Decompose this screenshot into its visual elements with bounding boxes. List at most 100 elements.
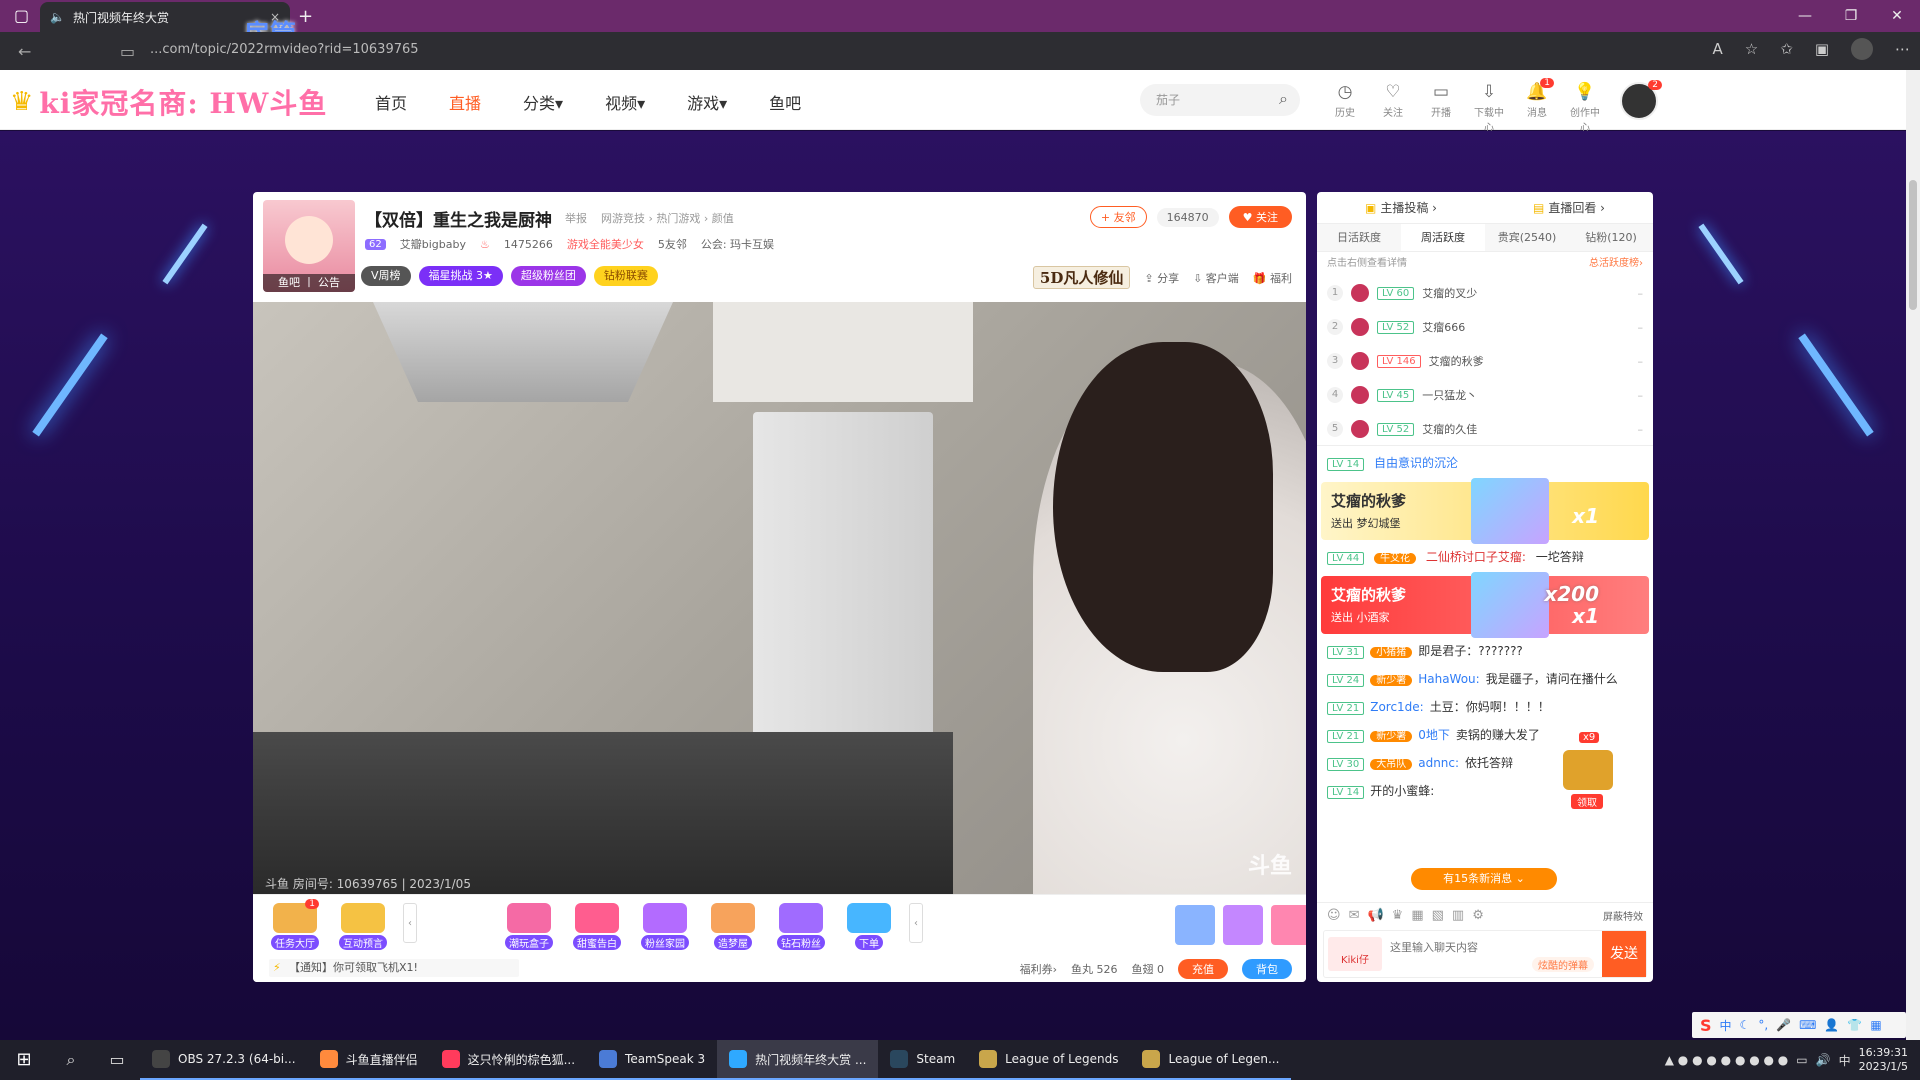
chat-area[interactable]: LV 14 自由意识的沉沦 艾瘤的秋爹 送出 梦幻城堡 x1 LV 44 牛艾花… [1317,450,1653,902]
rank-name[interactable]: 一只猛龙丶 [1422,387,1477,403]
punct-icon[interactable]: °, [1758,1018,1768,1032]
volume-icon[interactable]: 🔊 [1816,1053,1831,1067]
shirt-icon[interactable]: 👕 [1847,1018,1862,1032]
gift-item[interactable]: 甜蜜告白 [569,903,625,950]
rank-row[interactable]: 5 LV 52 艾瘤的久佳 – [1317,412,1653,446]
url-field[interactable]: ...com/topic/2022rmvideo?rid=10639765 [150,42,419,57]
ime-mode[interactable]: 中 [1720,1017,1732,1034]
chat-nick[interactable]: HahaWou: [1418,672,1480,686]
restore-icon[interactable]: ❐ [1828,0,1874,32]
minimize-icon[interactable]: — [1782,0,1828,32]
total-rank-link[interactable]: 总活跃度榜› [1589,252,1643,276]
chat-nick[interactable]: 二仙桥讨口子艾瘤: [1426,550,1526,564]
nav-item[interactable]: 游戏▾ [687,90,727,114]
gift-item[interactable]: 潮玩盒子 [501,903,557,950]
search-icon[interactable]: ⌕ [1279,89,1288,109]
mic-icon[interactable]: 🎤 [1776,1018,1791,1032]
client-button[interactable]: ⇩ 客户端 [1193,270,1239,286]
rank-tab[interactable]: 周活跃度 [1401,224,1485,251]
header-tool[interactable]: ♡ 关注 [1374,82,1412,134]
bag-button[interactable]: 背包 [1242,959,1292,979]
fan-badge-selector[interactable]: Kiki仔 [1328,937,1382,971]
back-icon[interactable]: ← [18,42,31,61]
windows-start-icon[interactable]: ⊞ [0,1040,48,1080]
taskbar-app[interactable]: 这只怜俐的棕色狐... [429,1040,588,1080]
mail-icon[interactable]: ✉ [1349,908,1360,923]
fan-card-icon[interactable]: ▥ [1452,908,1464,923]
megaphone-icon[interactable]: 📢 [1367,908,1383,923]
profile-avatar[interactable] [1851,38,1873,60]
tray-icons[interactable]: ▲ ● ● ● ● ● ● ● ● [1665,1053,1789,1067]
taskbar-app[interactable]: League of Legends [967,1040,1131,1080]
new-messages-button[interactable]: 有15条新消息 ⌄ [1411,868,1557,890]
site-logo[interactable]: ♛ ki家冠名商: HW斗鱼 [10,82,327,122]
gift-item[interactable]: 造梦屋 [705,903,761,950]
filter-icon[interactable]: ▧ [1432,908,1444,923]
avatar-strip[interactable]: 鱼吧 丨 公告 [263,274,355,292]
new-tab-icon[interactable]: + [298,6,313,27]
taskbar-app[interactable]: Steam [878,1040,968,1080]
sogou-icon[interactable]: S [1700,1016,1712,1035]
friends-count[interactable]: 5友邻 [658,236,687,252]
gift-item[interactable]: 下单 [841,903,897,950]
rank-row[interactable]: 4 LV 45 一只猛龙丶 – [1317,378,1653,412]
crown-icon[interactable]: ♛ [1392,908,1404,923]
network-icon[interactable]: ▭ [1796,1053,1807,1067]
welfare-button[interactable]: 🎁 福利 [1253,270,1292,286]
scroll-arrow-icon[interactable]: ‹ [403,903,417,943]
header-tool[interactable]: 🔔 消息 1 [1518,78,1556,134]
streamer-posts-link[interactable]: ▣ 主播投稿 › [1365,199,1437,216]
nav-item[interactable]: 鱼吧 [769,90,801,114]
favorites-icon[interactable]: ✩ [1780,40,1793,58]
video-player[interactable]: 斗鱼 斗鱼 房间号: 10639765 | 2023/1/05 [253,302,1306,894]
favorite-add-icon[interactable]: ☆ [1745,40,1758,58]
shield-effects-toggle[interactable]: 屏蔽特效 [1603,908,1643,923]
room-categories[interactable]: 网游竞技 › 热门游戏 › 颜值 [601,210,734,226]
gift-thumb-icon[interactable] [1223,905,1263,945]
send-button[interactable]: 发送 [1602,931,1646,977]
tag-super-fans[interactable]: 超级粉丝团 [510,266,586,286]
tag-weekly[interactable]: V周榜 [361,266,411,286]
game-ad-logo[interactable]: 5D凡人修仙 [1032,266,1131,289]
gift-item[interactable]: 互动预言 [335,903,391,950]
nav-item[interactable]: 分类▾ [523,90,563,114]
gift-thumb-icon[interactable] [1175,905,1215,945]
rank-name[interactable]: 艾瘤的叉少 [1422,285,1477,301]
settings-icon[interactable]: ⚙ [1472,908,1484,923]
rank-row[interactable]: 1 LV 60 艾瘤的叉少 – [1317,276,1653,310]
gift-item[interactable]: 任务大厅 1 [267,899,323,950]
streamer-name[interactable]: 艾瓣bigbaby [400,236,466,252]
taskbar-app[interactable]: OBS 27.2.3 (64-bi... [140,1040,308,1080]
header-tool[interactable]: 💡 创作中心 [1566,82,1604,134]
rank-tab[interactable]: 钻粉(120) [1569,224,1653,251]
charge-button[interactable]: 充值 [1178,959,1228,979]
grid-icon[interactable]: ▦ [1870,1018,1881,1032]
welfare-card-link[interactable]: 福利券› [1020,961,1057,977]
treasure-box[interactable]: x9 领取 [1563,732,1613,812]
report-link[interactable]: 举报 [565,210,587,226]
taskbar-app[interactable]: League of Legen... [1130,1040,1292,1080]
scroll-arrow-icon[interactable]: ‹ [909,903,923,943]
nav-item[interactable]: 首页 [375,90,407,114]
guild-label[interactable]: 公会: 玛卡互娱 [701,236,774,252]
gift-item[interactable]: 粉丝家园 [637,903,693,950]
ime-indicator[interactable]: 中 [1839,1052,1851,1069]
search-icon[interactable]: ⌕ [48,1040,94,1080]
chat-input[interactable] [1390,939,1570,955]
page-scrollbar[interactable] [1906,70,1920,1040]
user-avatar[interactable]: 2 [1620,80,1662,120]
search-input[interactable]: 茄子 ⌕ [1140,84,1300,116]
rank-tab[interactable]: 日活跃度 [1317,224,1401,251]
fancy-bullet-button[interactable]: 炫酷的弹幕 [1532,957,1594,972]
nav-item[interactable]: 视频▾ [605,90,645,114]
gift-item[interactable]: 钻石粉丝 [773,903,829,950]
more-icon[interactable]: ⋯ [1895,40,1910,58]
header-tool[interactable]: ⇩ 下载中心 [1470,82,1508,134]
add-friend-button[interactable]: + 友邻 [1089,206,1147,228]
replay-link[interactable]: ▤ 直播回看 › [1533,199,1605,216]
audio-icon[interactable]: 🔈 [50,10,65,24]
rank-name[interactable]: 艾瘤666 [1422,319,1465,335]
claim-button[interactable]: 领取 [1571,794,1603,809]
tag-diamond-league[interactable]: 钻粉联赛 [593,266,658,286]
follow-button[interactable]: ♥ 关注 [1228,206,1292,228]
